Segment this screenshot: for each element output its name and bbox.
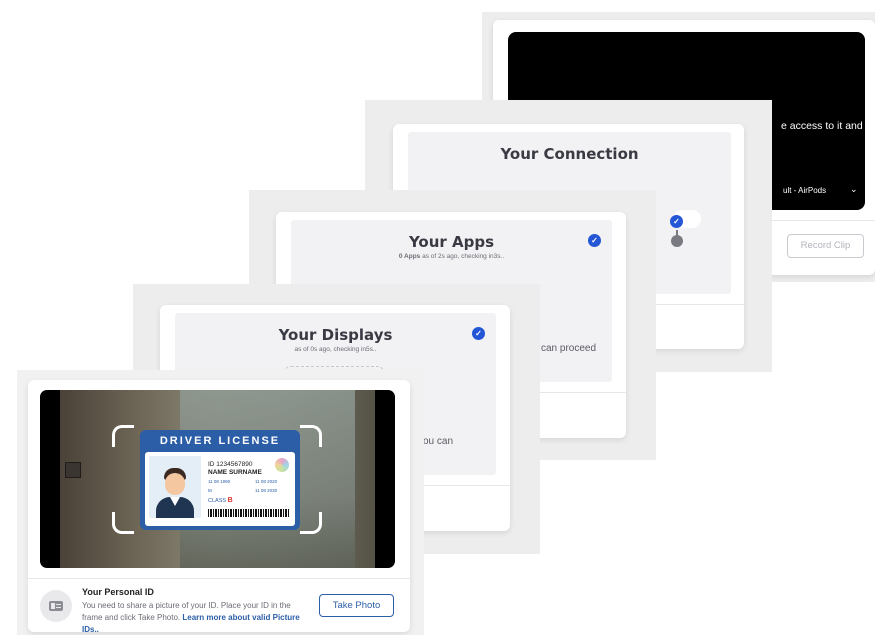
license-dob: 11 08 1990 bbox=[208, 479, 231, 484]
frame-corner-top-left bbox=[112, 425, 134, 447]
frame-corner-bottom-left bbox=[112, 512, 134, 534]
id-card-glyph-line-2 bbox=[56, 607, 61, 608]
license-barcode bbox=[208, 509, 290, 517]
license-sex: M bbox=[208, 488, 212, 493]
license-id: ID 1234567890 bbox=[208, 461, 253, 468]
audio-device-select[interactable]: ult - AirPods bbox=[783, 186, 826, 195]
id-card-icon bbox=[40, 590, 72, 622]
audio-device-label: ult - AirPods bbox=[783, 186, 827, 195]
apps-proceed-text: can proceed bbox=[541, 343, 597, 354]
take-photo-button[interactable]: Take Photo bbox=[319, 594, 394, 617]
avatar-face bbox=[165, 473, 185, 495]
driver-license-illustration: DRIVER LICENSE ID 1234567890 NAME SURNAM… bbox=[140, 430, 300, 530]
apps-title: Your Apps bbox=[408, 233, 495, 251]
displays-proceed-text: ou can bbox=[423, 436, 454, 447]
apps-status-text: as of 2s ago, checking in3s.. bbox=[422, 253, 505, 260]
connection-title: Your Connection bbox=[500, 145, 639, 163]
chevron-down-icon[interactable]: ⌄ bbox=[850, 184, 858, 195]
displays-title: Your Displays bbox=[278, 326, 393, 344]
id-card-glyph-line bbox=[56, 604, 61, 605]
wall-switch bbox=[65, 462, 81, 478]
license-heading: DRIVER LICENSE bbox=[159, 435, 281, 447]
connection-indicator-stem bbox=[676, 230, 678, 237]
check-circle-icon: ✓ bbox=[670, 215, 683, 228]
id-card-glyph-photo bbox=[51, 603, 55, 609]
frame-corner-top-right bbox=[300, 425, 322, 447]
check-circle-icon: ✓ bbox=[588, 234, 601, 247]
license-body: ID 1234567890 NAME SURNAME 11 08 1990 11… bbox=[145, 452, 295, 526]
license-photo bbox=[149, 456, 201, 518]
personal-id-description: You need to share a picture of your ID. … bbox=[82, 600, 312, 635]
onboarding-stage: e access to it and ult - AirPods ⌄ Recor… bbox=[0, 0, 875, 635]
personal-id-title: Your Personal ID bbox=[82, 587, 154, 597]
license-issued: 11 08 2020 bbox=[255, 479, 278, 484]
license-name: NAME SURNAME bbox=[208, 469, 262, 476]
apps-status: 0 Apps as of 2s ago, checking in3s.. bbox=[291, 253, 612, 260]
hologram-icon bbox=[275, 458, 289, 472]
preview-text: e access to it and bbox=[781, 120, 863, 132]
personal-id-divider bbox=[28, 578, 410, 579]
record-clip-button[interactable]: Record Clip bbox=[787, 234, 864, 258]
displays-status: as of 0s ago, checking in5s.. bbox=[294, 346, 377, 353]
license-class: CLASS B bbox=[208, 497, 233, 504]
id-card-glyph bbox=[49, 601, 63, 611]
license-expires: 11 08 2030 bbox=[255, 488, 278, 493]
license-class-label: CLASS bbox=[208, 498, 227, 504]
frame-corner-bottom-right bbox=[300, 512, 322, 534]
check-circle-icon: ✓ bbox=[472, 327, 485, 340]
license-class-value: B bbox=[227, 497, 233, 504]
apps-count: 0 Apps bbox=[398, 253, 421, 260]
